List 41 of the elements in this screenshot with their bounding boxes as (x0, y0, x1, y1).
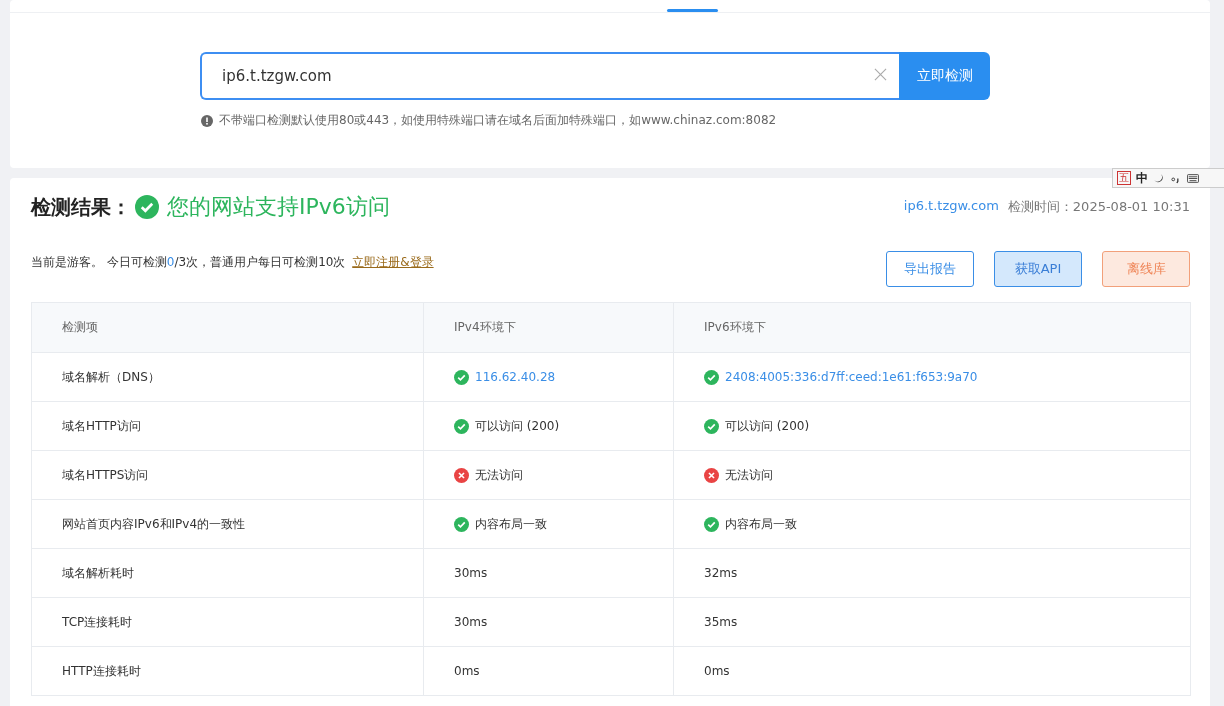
quota-text: 当前是游客。 今日可检测0/3次，普通用户每日可检测10次 立即注册&登录 (31, 253, 434, 271)
cell-value: 无法访问 (725, 466, 773, 484)
column-header: 检测项 (31, 302, 424, 353)
cell-value: 无法访问 (475, 466, 523, 484)
cell-value: 30ms (454, 566, 488, 580)
search-field[interactable]: ip6.t.tzgw.com (200, 52, 899, 100)
keyboard-icon[interactable] (1187, 172, 1199, 184)
verdict-text: 您的网站支持IPv6访问 (167, 193, 390, 221)
cell-value: TCP连接耗时 (62, 613, 133, 631)
ime-mode-label[interactable]: 中 (1136, 169, 1148, 187)
domain-link[interactable]: ip6.t.tzgw.com (903, 198, 999, 216)
cell-value: 域名解析耗时 (62, 564, 134, 582)
action-button[interactable]: 离线库 (1102, 251, 1190, 287)
action-button[interactable]: 获取API (994, 251, 1082, 287)
action-button[interactable]: 导出报告 (886, 251, 974, 287)
cell-value: 域名HTTP访问 (62, 417, 141, 435)
cell-value: 0ms (704, 664, 730, 678)
info-icon (201, 114, 213, 127)
address-link[interactable]: 2408:4005:336:d7ff:ceed:1e61:f653:9a70 (725, 370, 978, 384)
address-link[interactable]: 116.62.40.28 (475, 370, 556, 384)
cell-value: 0ms (454, 664, 480, 678)
cell-value: 域名HTTPS访问 (62, 466, 149, 484)
hint-text: 不带端口检测默认使用80或443，如使用特殊端口请在域名后面加特殊端口，如www.chinaz.com:8082 (219, 112, 777, 129)
check-time: 检测时间：2025-08-01 10:31 (1007, 198, 1190, 216)
ime-mode-label[interactable]: 五 (1117, 171, 1131, 185)
result-heading: 检测结果： (31, 193, 131, 221)
cell-value: 内容布局一致 (475, 515, 547, 533)
cell-value: 32ms (704, 566, 738, 580)
cell-value: 35ms (704, 615, 738, 629)
cell-value: 30ms (454, 615, 488, 629)
cell-value: 可以访问 (200) (475, 417, 560, 435)
cell-value: 网站首页内容IPv6和IPv4的一致性 (62, 515, 246, 533)
active-tab-indicator (667, 9, 718, 12)
cell-value: 域名解析（DNS） (62, 368, 160, 386)
cell-value: 可以访问 (200) (725, 417, 810, 435)
column-header: IPv6环境下 (673, 302, 1191, 353)
check-button[interactable]: 立即检测 (899, 52, 990, 100)
cell-value: 内容布局一致 (725, 515, 797, 533)
register-login-link[interactable]: 立即注册&登录 (352, 254, 434, 269)
column-header: IPv4环境下 (423, 302, 674, 353)
cell-value: HTTP连接耗时 (62, 662, 141, 680)
